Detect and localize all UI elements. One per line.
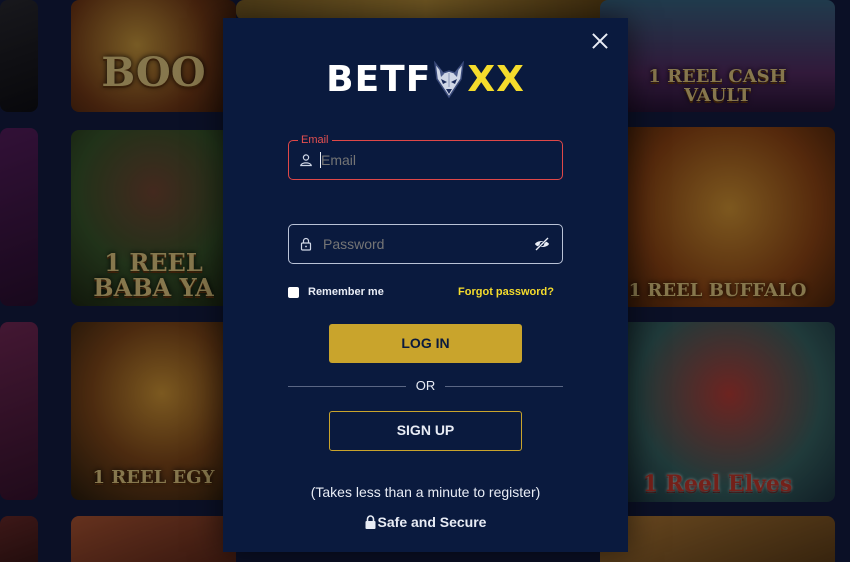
game-tile-label: 1 REEL CASH VAULT (648, 66, 787, 107)
lock-icon (365, 515, 376, 529)
game-tile[interactable] (0, 322, 38, 500)
game-tile-boo[interactable]: BOO (71, 0, 236, 112)
game-tile-egypt[interactable]: 1 REEL EGY (71, 322, 236, 500)
forgot-password-link[interactable]: Forgot password? (458, 286, 554, 298)
safe-secure-badge: Safe and Secure (223, 514, 628, 530)
divider-line (445, 386, 563, 387)
password-field[interactable] (288, 224, 563, 264)
game-tile[interactable] (236, 0, 616, 20)
login-modal: BETF XX Email Email Remember me Forgot p… (223, 18, 628, 552)
game-tile-buffalo[interactable]: 1 REEL BUFFALO (600, 127, 835, 307)
login-button[interactable]: LOG IN (329, 324, 522, 363)
game-tile[interactable] (71, 516, 236, 562)
email-input[interactable] (321, 141, 522, 179)
fox-head-icon (432, 60, 466, 99)
game-tile[interactable] (0, 516, 38, 562)
eye-off-icon[interactable] (534, 236, 550, 252)
email-field[interactable]: Email (288, 133, 563, 180)
game-tile-label: 1 Reel Elves (642, 470, 793, 497)
game-tile-baba-yaga[interactable]: 1 REEL BABA YA (71, 130, 236, 306)
register-hint: (Takes less than a minute to register) (310, 484, 541, 500)
remember-me-label[interactable]: Remember me (308, 286, 384, 298)
logo-text-part2: XX (467, 59, 525, 100)
game-tile-label: BOO (101, 49, 206, 96)
signup-button[interactable]: SIGN UP (329, 411, 522, 451)
safe-secure-label: Safe and Secure (377, 514, 487, 530)
betfoxx-logo: BETF XX (223, 58, 628, 102)
game-tile-cash-vault[interactable]: 1 REEL CASH VAULT (600, 0, 835, 112)
user-icon (299, 153, 313, 167)
game-tile-label: 1 REEL BABA YA (93, 247, 214, 302)
or-divider: OR (288, 379, 563, 393)
game-tile[interactable] (600, 516, 835, 562)
game-tile-label: 1 REEL BUFFALO (628, 280, 807, 302)
logo-text-part1: BETF (326, 59, 432, 100)
game-tile[interactable] (0, 128, 38, 306)
remember-me-checkbox[interactable] (288, 286, 299, 298)
password-input[interactable] (323, 225, 522, 263)
game-tile[interactable] (0, 0, 38, 112)
game-tile-elves[interactable]: 1 Reel Elves (600, 322, 835, 502)
close-icon[interactable] (590, 31, 610, 51)
remember-me-row: Remember me (288, 285, 384, 299)
game-tile-label: 1 REEL EGY (92, 467, 215, 489)
lock-icon (299, 237, 313, 251)
